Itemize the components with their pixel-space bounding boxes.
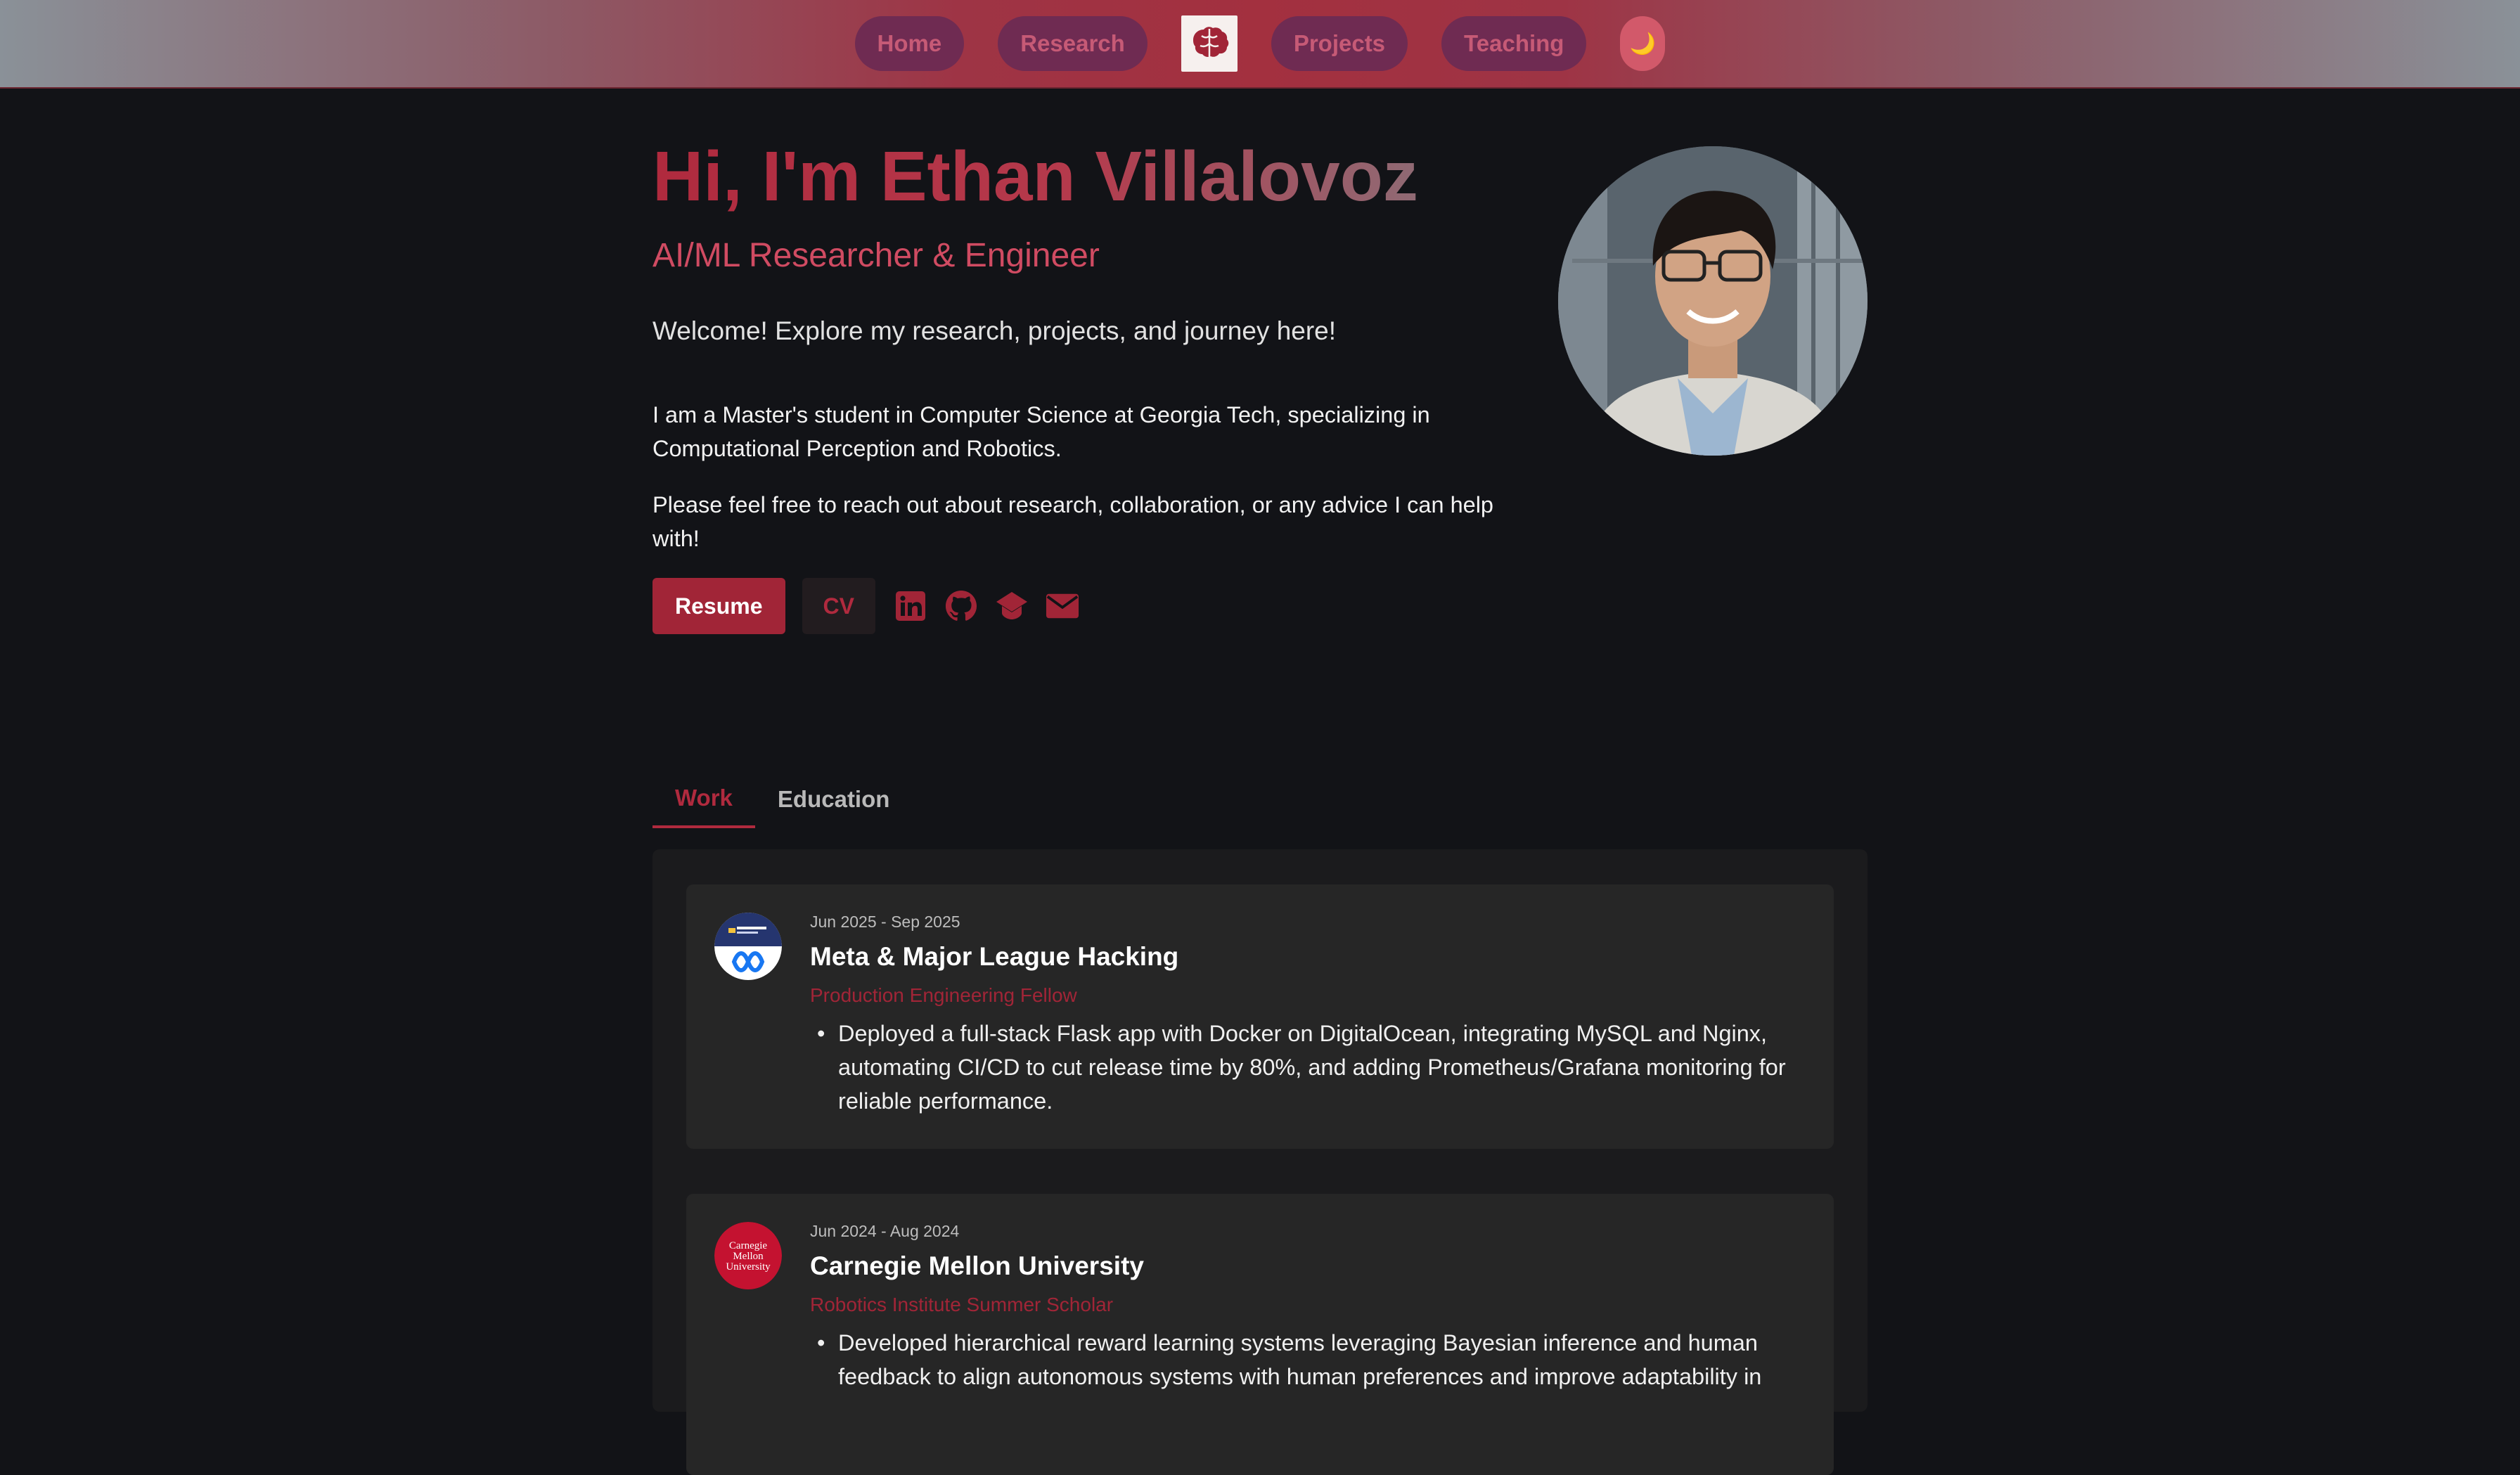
profile-photo bbox=[1558, 146, 1868, 456]
cv-button[interactable]: CV bbox=[802, 578, 875, 634]
experience-org: Meta & Major League Hacking bbox=[810, 942, 1179, 971]
nav-research[interactable]: Research bbox=[998, 16, 1148, 71]
svg-text:Carnegie: Carnegie bbox=[729, 1240, 767, 1251]
svg-text:Mellon: Mellon bbox=[733, 1251, 764, 1262]
experience-panel: Jun 2025 - Sep 2025 Meta & Major League … bbox=[652, 849, 1868, 1475]
experience-bullets: Developed hierarchical reward learning s… bbox=[817, 1326, 1801, 1393]
hero-welcome: Welcome! Explore my research, projects, … bbox=[652, 316, 1337, 345]
bio-paragraph: Please feel free to reach out about rese… bbox=[652, 492, 1494, 551]
moon-icon: 🌙 bbox=[1629, 32, 1657, 56]
resume-button[interactable]: Resume bbox=[652, 578, 785, 634]
experience-tabs: Work Education bbox=[652, 771, 912, 828]
hero-subtitle: AI/ML Researcher & Engineer bbox=[652, 237, 1100, 274]
tab-education[interactable]: Education bbox=[755, 771, 913, 828]
brain-logo-icon[interactable] bbox=[1181, 15, 1238, 72]
nav-teaching[interactable]: Teaching bbox=[1441, 16, 1587, 71]
svg-text:University: University bbox=[726, 1261, 771, 1273]
github-icon[interactable] bbox=[944, 589, 978, 623]
top-navbar: Home Research Projects Teaching 🌙 bbox=[0, 0, 2520, 89]
graduation-cap-icon[interactable] bbox=[995, 589, 1029, 623]
experience-card: Carnegie Mellon University Jun 2024 - Au… bbox=[686, 1194, 1834, 1475]
hero-bio: I am a Master's student in Computer Scie… bbox=[652, 398, 1496, 555]
experience-card: Jun 2025 - Sep 2025 Meta & Major League … bbox=[686, 884, 1834, 1149]
experience-org: Carnegie Mellon University bbox=[810, 1251, 1144, 1280]
experience-bullets: Deployed a full-stack Flask app with Doc… bbox=[817, 1017, 1801, 1118]
experience-bullet: Deployed a full-stack Flask app with Doc… bbox=[817, 1017, 1801, 1118]
linkedin-icon[interactable] bbox=[894, 589, 927, 623]
email-icon[interactable] bbox=[1046, 589, 1079, 623]
page-title: Hi, I'm Ethan Villalovoz bbox=[652, 137, 1418, 216]
experience-date: Jun 2025 - Sep 2025 bbox=[810, 913, 960, 931]
theme-toggle-button[interactable]: 🌙 bbox=[1620, 16, 1666, 71]
social-links bbox=[894, 589, 1096, 623]
experience-role: Production Engineering Fellow bbox=[810, 984, 1077, 1006]
nav-home[interactable]: Home bbox=[854, 16, 965, 71]
bio-paragraph: I am a Master's student in Computer Scie… bbox=[652, 402, 1430, 461]
hero-actions: Resume CV bbox=[652, 578, 1096, 634]
tab-work[interactable]: Work bbox=[652, 771, 755, 828]
cmu-logo: Carnegie Mellon University bbox=[714, 1222, 782, 1289]
experience-bullet: Developed hierarchical reward learning s… bbox=[817, 1326, 1801, 1393]
meta-mlh-logo bbox=[714, 913, 782, 980]
experience-date: Jun 2024 - Aug 2024 bbox=[810, 1222, 960, 1240]
experience-role: Robotics Institute Summer Scholar bbox=[810, 1294, 1114, 1315]
nav-projects[interactable]: Projects bbox=[1271, 16, 1408, 71]
